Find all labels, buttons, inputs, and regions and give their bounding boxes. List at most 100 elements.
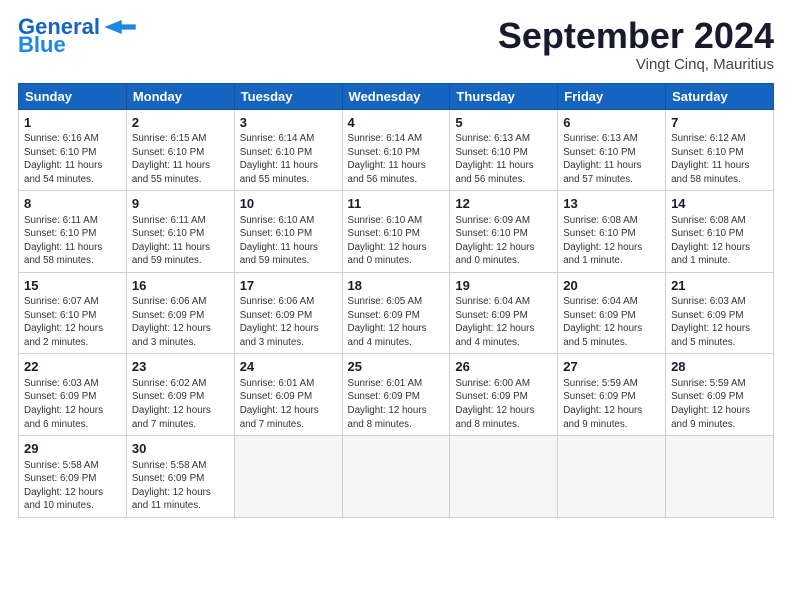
col-thursday: Thursday	[450, 83, 558, 109]
day-number: 24	[240, 358, 337, 376]
day-number: 6	[563, 114, 660, 132]
day-cell: 23 Sunrise: 6:02 AMSunset: 6:09 PMDayligh…	[126, 354, 234, 436]
week-row-1: 8 Sunrise: 6:11 AMSunset: 6:10 PMDaylight…	[19, 191, 774, 273]
week-row-3: 22 Sunrise: 6:03 AMSunset: 6:09 PMDayligh…	[19, 354, 774, 436]
col-sunday: Sunday	[19, 83, 127, 109]
day-number: 19	[455, 277, 552, 295]
day-info: Sunrise: 6:11 AMSunset: 6:10 PMDaylight:…	[132, 215, 210, 267]
location: Vingt Cinq, Mauritius	[498, 56, 774, 73]
day-info: Sunrise: 6:00 AMSunset: 6:09 PMDaylight:…	[455, 378, 534, 430]
col-monday: Monday	[126, 83, 234, 109]
day-info: Sunrise: 6:03 AMSunset: 6:09 PMDaylight:…	[671, 296, 750, 348]
day-cell: 14Sunrise: 6:08 AMSunset: 6:10 PMDayligh…	[666, 191, 774, 273]
day-cell: 3Sunrise: 6:14 AMSunset: 6:10 PMDaylight…	[234, 109, 342, 191]
logo-blue-text: Blue	[18, 34, 66, 56]
day-number: 11	[348, 195, 445, 213]
day-info: Sunrise: 6:06 AMSunset: 6:09 PMDaylight:…	[132, 296, 211, 348]
day-number: 26	[455, 358, 552, 376]
day-info: Sunrise: 6:09 AMSunset: 6:10 PMDaylight:…	[455, 215, 534, 267]
logo-icon	[104, 20, 136, 34]
day-cell: 29 Sunrise: 5:58 AMSunset: 6:09 PMDayligh…	[19, 436, 127, 518]
day-info: Sunrise: 5:59 AMSunset: 6:09 PMDaylight:…	[563, 378, 642, 430]
day-cell: 22 Sunrise: 6:03 AMSunset: 6:09 PMDayligh…	[19, 354, 127, 436]
day-cell: 16Sunrise: 6:06 AMSunset: 6:09 PMDayligh…	[126, 272, 234, 354]
day-cell: 27Sunrise: 5:59 AMSunset: 6:09 PMDayligh…	[558, 354, 666, 436]
day-number: 10	[240, 195, 337, 213]
day-info: Sunrise: 6:10 AMSunset: 6:10 PMDaylight:…	[348, 215, 427, 267]
day-info: Sunrise: 6:04 AMSunset: 6:09 PMDaylight:…	[455, 296, 534, 348]
day-cell: 24 Sunrise: 6:01 AMSunset: 6:09 PMDayligh…	[234, 354, 342, 436]
day-info: Sunrise: 6:13 AMSunset: 6:10 PMDaylight:…	[455, 133, 533, 185]
day-info: Sunrise: 6:11 AMSunset: 6:10 PMDaylight:…	[24, 215, 102, 267]
day-info: Sunrise: 6:04 AMSunset: 6:09 PMDaylight:…	[563, 296, 642, 348]
day-number: 5	[455, 114, 552, 132]
day-cell	[342, 436, 450, 518]
header-row: Sunday Monday Tuesday Wednesday Thursday…	[19, 83, 774, 109]
day-number: 23	[132, 358, 229, 376]
day-cell: 1Sunrise: 6:16 AMSunset: 6:10 PMDaylight…	[19, 109, 127, 191]
day-info: Sunrise: 6:15 AMSunset: 6:10 PMDaylight:…	[132, 133, 210, 185]
day-cell: 6Sunrise: 6:13 AMSunset: 6:10 PMDaylight…	[558, 109, 666, 191]
day-number: 14	[671, 195, 768, 213]
calendar-body: 1Sunrise: 6:16 AMSunset: 6:10 PMDaylight…	[19, 109, 774, 517]
day-cell: 19Sunrise: 6:04 AMSunset: 6:09 PMDayligh…	[450, 272, 558, 354]
day-info: Sunrise: 6:13 AMSunset: 6:10 PMDaylight:…	[563, 133, 641, 185]
day-cell: 20Sunrise: 6:04 AMSunset: 6:09 PMDayligh…	[558, 272, 666, 354]
day-cell: 11 Sunrise: 6:10 AMSunset: 6:10 PMDayligh…	[342, 191, 450, 273]
header: General Blue September 2024 Vingt Cinq, …	[18, 16, 774, 73]
day-info: Sunrise: 5:59 AMSunset: 6:09 PMDaylight:…	[671, 378, 750, 430]
day-info: Sunrise: 6:01 AMSunset: 6:09 PMDaylight:…	[240, 378, 319, 430]
day-info: Sunrise: 6:14 AMSunset: 6:10 PMDaylight:…	[240, 133, 318, 185]
day-cell: 10 Sunrise: 6:10 AMSunset: 6:10 PMDayligh…	[234, 191, 342, 273]
day-number: 17	[240, 277, 337, 295]
week-row-2: 15Sunrise: 6:07 AMSunset: 6:10 PMDayligh…	[19, 272, 774, 354]
day-cell	[666, 436, 774, 518]
day-cell: 15Sunrise: 6:07 AMSunset: 6:10 PMDayligh…	[19, 272, 127, 354]
day-info: Sunrise: 6:14 AMSunset: 6:10 PMDaylight:…	[348, 133, 426, 185]
col-wednesday: Wednesday	[342, 83, 450, 109]
day-cell: 2Sunrise: 6:15 AMSunset: 6:10 PMDaylight…	[126, 109, 234, 191]
day-cell: 26 Sunrise: 6:00 AMSunset: 6:09 PMDayligh…	[450, 354, 558, 436]
day-cell: 8 Sunrise: 6:11 AMSunset: 6:10 PMDaylight…	[19, 191, 127, 273]
month-title: September 2024	[498, 16, 774, 56]
day-number: 29	[24, 440, 121, 458]
day-cell: 30Sunrise: 5:58 AMSunset: 6:09 PMDayligh…	[126, 436, 234, 518]
day-number: 13	[563, 195, 660, 213]
day-cell: 12Sunrise: 6:09 AMSunset: 6:10 PMDayligh…	[450, 191, 558, 273]
day-number: 4	[348, 114, 445, 132]
day-cell	[234, 436, 342, 518]
day-cell: 13 Sunrise: 6:08 AMSunset: 6:10 PMDayligh…	[558, 191, 666, 273]
day-info: Sunrise: 6:02 AMSunset: 6:09 PMDaylight:…	[132, 378, 211, 430]
day-number: 18	[348, 277, 445, 295]
day-info: Sunrise: 6:01 AMSunset: 6:09 PMDaylight:…	[348, 378, 427, 430]
day-number: 28	[671, 358, 768, 376]
day-cell: 5Sunrise: 6:13 AMSunset: 6:10 PMDaylight…	[450, 109, 558, 191]
day-info: Sunrise: 6:10 AMSunset: 6:10 PMDaylight:…	[240, 215, 318, 267]
calendar-table: Sunday Monday Tuesday Wednesday Thursday…	[18, 83, 774, 518]
day-cell	[558, 436, 666, 518]
day-number: 3	[240, 114, 337, 132]
day-info: Sunrise: 6:07 AMSunset: 6:10 PMDaylight:…	[24, 296, 103, 348]
day-info: Sunrise: 6:08 AMSunset: 6:10 PMDaylight:…	[563, 215, 642, 267]
day-cell: 25Sunrise: 6:01 AMSunset: 6:09 PMDayligh…	[342, 354, 450, 436]
day-number: 15	[24, 277, 121, 295]
day-info: Sunrise: 6:03 AMSunset: 6:09 PMDaylight:…	[24, 378, 103, 430]
day-info: Sunrise: 6:16 AMSunset: 6:10 PMDaylight:…	[24, 133, 102, 185]
day-number: 2	[132, 114, 229, 132]
day-number: 21	[671, 277, 768, 295]
title-block: September 2024 Vingt Cinq, Mauritius	[498, 16, 774, 73]
day-number: 1	[24, 114, 121, 132]
day-cell: 9 Sunrise: 6:11 AMSunset: 6:10 PMDaylight…	[126, 191, 234, 273]
day-info: Sunrise: 6:06 AMSunset: 6:09 PMDaylight:…	[240, 296, 319, 348]
day-number: 20	[563, 277, 660, 295]
page: General Blue September 2024 Vingt Cinq, …	[0, 0, 792, 612]
day-info: Sunrise: 5:58 AMSunset: 6:09 PMDaylight:…	[24, 460, 103, 512]
col-saturday: Saturday	[666, 83, 774, 109]
day-number: 8	[24, 195, 121, 213]
day-number: 22	[24, 358, 121, 376]
day-number: 9	[132, 195, 229, 213]
day-cell: 4Sunrise: 6:14 AMSunset: 6:10 PMDaylight…	[342, 109, 450, 191]
col-tuesday: Tuesday	[234, 83, 342, 109]
day-number: 7	[671, 114, 768, 132]
day-cell: 21Sunrise: 6:03 AMSunset: 6:09 PMDayligh…	[666, 272, 774, 354]
